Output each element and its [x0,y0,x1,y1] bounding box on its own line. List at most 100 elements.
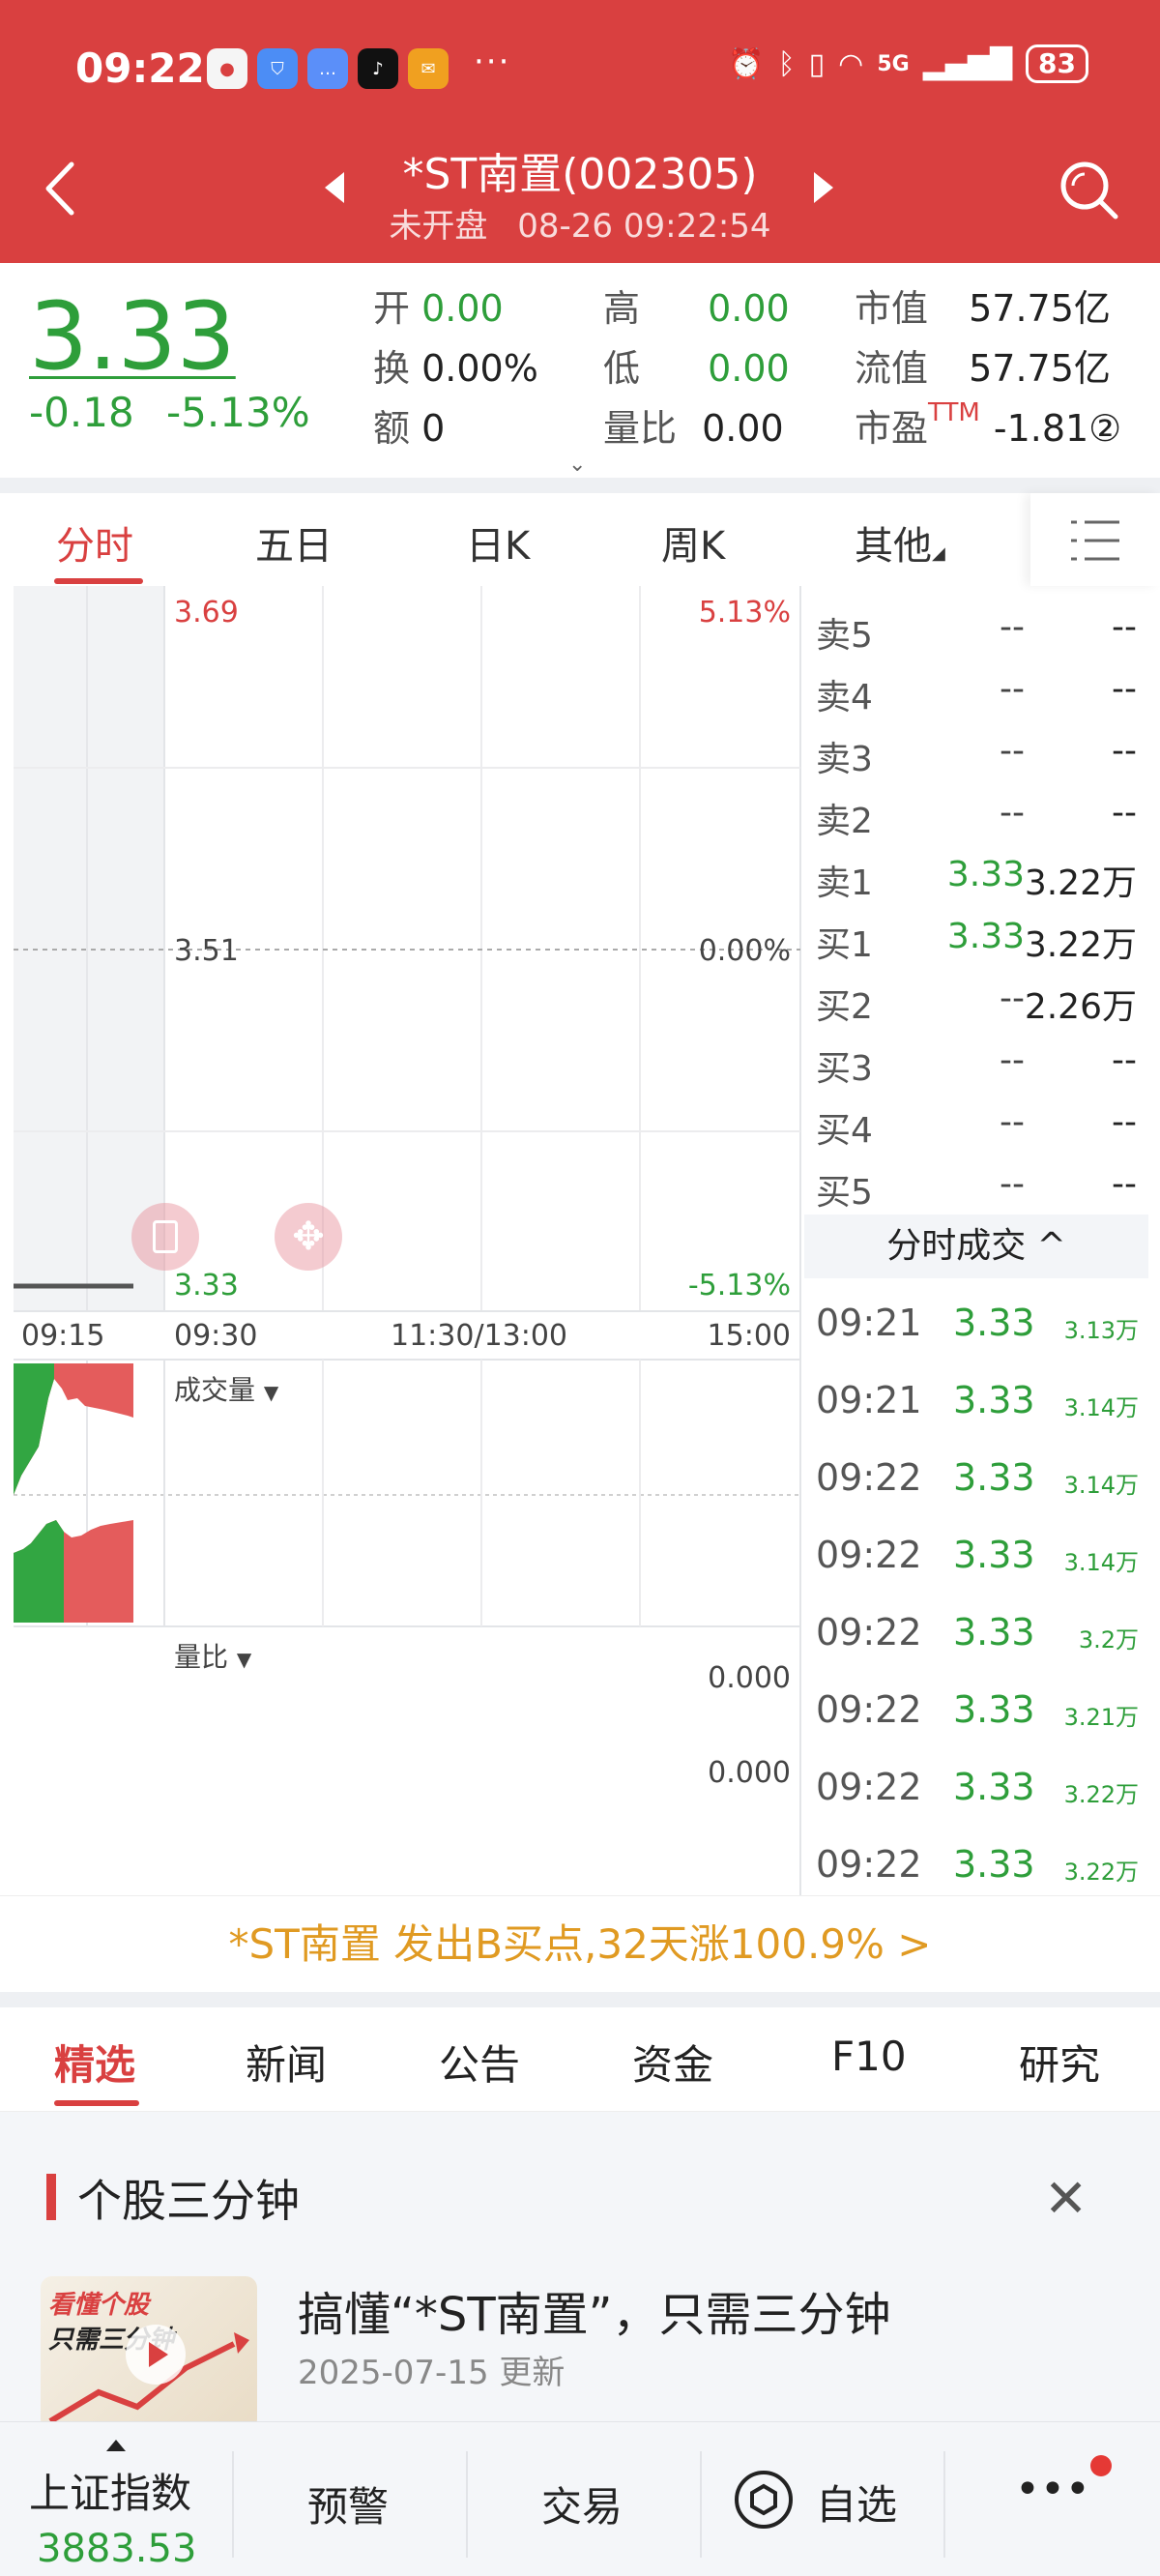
time-label-close: 15:00 [707,1319,791,1353]
volume-indicator-select[interactable]: 成交量 ▼ [174,1369,278,1408]
price-high-label: 3.69 [174,596,239,629]
order-book-row: 买3 -- -- [816,1040,1137,1089]
turnover-row: 换 0.00% [373,347,538,390]
pe-row: 市盈TTM -1.81② [855,398,1122,450]
expand-index-icon[interactable] [106,2440,126,2451]
turnover-value: 0.00% [421,347,538,390]
order-book-row: 卖4 -- -- [816,669,1137,717]
market-cap-row: 市值 57.75亿 [855,287,1111,330]
price-low-label: 3.33 [174,1269,239,1303]
order-book-row: 卖2 -- -- [816,793,1137,841]
tab-daily-k[interactable]: 日K [466,514,530,571]
tab-funds[interactable]: 资金 [632,2033,713,2092]
active-content-tab-indicator [54,2100,139,2106]
tab-featured[interactable]: 精选 [54,2033,135,2092]
chart-settings-button[interactable] [1030,493,1160,586]
card-accent-bar [46,2174,56,2220]
tab-five-day[interactable]: 五日 [255,514,333,571]
close-icon[interactable]: ✕ [1044,2168,1088,2229]
tab-research[interactable]: 研究 [1019,2033,1100,2092]
article-title[interactable]: 搞懂“*ST南置”，只需三分钟 [298,2276,891,2344]
index-value: 3883.53 [37,2527,197,2571]
tab-other[interactable]: 其他◢ [855,514,945,571]
expand-quote-icon[interactable]: ⌄ [568,453,586,477]
tab-news[interactable]: 新闻 [246,2033,327,2092]
stock-name: *ST南置(002305) [402,150,758,199]
network-type: 5G [877,51,910,76]
app-notification-icon: ● [207,48,247,89]
more-notifications-icon: ··· [474,43,511,81]
buy-signal-banner[interactable]: *ST南置 发出B买点,32天涨100.9% > [0,1895,1160,1992]
watchlist-button[interactable]: 自选 [733,2465,926,2532]
chart-tabs: 分时 五日 日K 周K 其他◢ [0,493,1160,586]
intraday-chart[interactable]: ✥ 3.69 5.13% 3.51 0.00% 3.33 -5.13% 09:1… [0,586,802,1895]
market-status: 未开盘 [389,207,488,246]
time-label-open: 09:30 [174,1319,258,1353]
battery-level: 83 [1026,44,1088,83]
alert-button[interactable]: 预警 [307,2474,389,2533]
video-thumbnail[interactable]: 看懂个股 只需三分钟 [41,2276,257,2431]
trade-row: 09:21 3.33 3.13万 [816,1302,1139,1344]
pct-low-label: -5.13% [687,1269,791,1303]
pct-high-label: 5.13% [698,596,791,629]
order-book-row: 卖1 3.33 3.22万 [816,855,1137,903]
watchlist-icon [735,2471,793,2529]
trade-row: 09:21 3.33 3.14万 [816,1379,1139,1421]
amount-value: 0 [421,407,446,450]
volume-ratio-value: 0.00 [702,407,784,450]
tab-announcements[interactable]: 公告 [439,2033,520,2092]
tab-f10[interactable]: F10 [831,2033,907,2080]
more-menu-icon[interactable]: ••• [1015,2465,1090,2514]
search-icon[interactable] [1054,155,1123,224]
app-header: 09:22 ● ⛉ … ♪ ✉ ··· ⏰ ᛒ ▯ ◠ 5G ▂▄▆█ 83 *… [0,0,1160,263]
order-book-row: 买5 -- -- [816,1164,1137,1213]
trade-button[interactable]: 交易 [541,2474,623,2533]
pe-value: -1.81② [993,407,1122,450]
list-settings-icon [1071,520,1119,561]
order-book-row: 卖3 -- -- [816,731,1137,779]
market-cap-value: 57.75亿 [969,287,1111,330]
open-row: 开 0.00 [373,287,504,330]
move-chart-button[interactable]: ✥ [275,1203,342,1271]
tab-intraday[interactable]: 分时 [56,514,133,571]
order-book-row: 买2 -- 2.26万 [816,979,1137,1027]
price-mid-label: 3.51 [174,934,239,968]
low-value: 0.00 [708,347,790,390]
quote-datetime: 08-26 09:22:54 [517,207,771,246]
order-book-row: 买1 3.33 3.22万 [816,917,1137,965]
quote-panel: 3.33 -0.18 -5.13% 开 0.00 换 0.00% 额 0 高 0… [0,263,1160,478]
trades-toggle[interactable]: 分时成交 ^ [804,1215,1148,1278]
time-label-midday: 11:30/13:00 [391,1319,568,1353]
status-app-icons: ● ⛉ … ♪ ✉ [207,48,449,89]
toolbar-divider [700,2451,702,2558]
bottom-toolbar: 上证指数 3883.53 预警 交易 自选 ••• [0,2421,1160,2576]
move-icon: ✥ [292,1215,325,1259]
toolbar-divider [232,2451,234,2558]
article-date: 2025-07-15 更新 [298,2354,566,2392]
trade-row: 09:22 3.33 3.22万 [816,1766,1139,1808]
bluetooth-icon: ᛒ [777,46,796,81]
next-stock-icon[interactable] [814,172,833,203]
trade-row: 09:22 3.33 3.21万 [816,1688,1139,1731]
pe-ttm-tag: TTM [928,398,980,427]
low-row: 低 0.00 [603,347,790,390]
tab-weekly-k[interactable]: 周K [661,514,725,571]
content-tabs: 精选 新闻 公告 资金 F10 研究 [0,2007,1160,2112]
price-change: -0.18 -5.13% [29,389,310,436]
signal-icon: ▂▄▆█ [922,46,1013,81]
amount-row: 额 0 [373,407,446,450]
auction-volume-bars [14,1363,133,1623]
rotate-screen-button[interactable] [131,1203,199,1271]
section-divider [0,478,1160,493]
message-notification-icon: … [307,48,348,89]
vibrate-icon: ▯ [808,46,826,81]
red-envelope-notification-icon: ✉ [408,48,449,89]
chart-grid [14,586,801,1895]
order-book-row: 卖5 -- -- [816,607,1137,656]
ratio-value-2: 0.000 [708,1756,791,1790]
index-name[interactable]: 上证指数 [29,2461,191,2520]
section-divider [0,1992,1160,2007]
ratio-indicator-select[interactable]: 量比 ▼ [174,1636,251,1675]
open-value: 0.00 [421,287,504,330]
order-book: 卖5 -- -- 卖4 -- -- 卖3 -- -- 卖2 -- -- 卖1 3.33 3.22万 … [802,586,1160,1213]
